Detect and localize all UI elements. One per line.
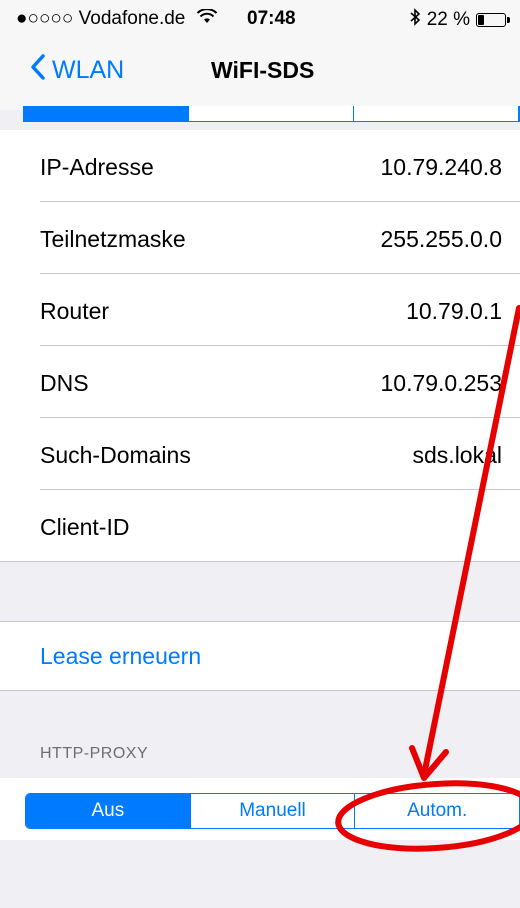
- status-time: 07:48: [247, 8, 296, 29]
- detail-row-router: Router 10.79.0.1: [0, 274, 520, 346]
- detail-row-ip-address: IP-Adresse 10.79.240.8: [0, 130, 520, 202]
- detail-label: IP-Adresse: [40, 154, 154, 180]
- detail-value: sds.lokal: [412, 442, 502, 468]
- network-details-table: IP-Adresse 10.79.240.8 Teilnetzmaske 255…: [0, 130, 520, 562]
- annotation-arrowhead-icon: [409, 745, 449, 781]
- back-button[interactable]: WLAN: [30, 54, 124, 87]
- proxy-option-auto[interactable]: Autom.: [355, 794, 520, 828]
- ip-config-segment-2[interactable]: [189, 106, 354, 121]
- http-proxy-header: HTTP-PROXY: [40, 745, 149, 762]
- http-proxy-segmented-control: Aus Manuell Autom.: [25, 793, 520, 829]
- carrier-label: ●○○○○ Vodafone.de: [16, 8, 186, 29]
- back-label: WLAN: [52, 56, 125, 84]
- status-bar: ●○○○○ Vodafone.de 07:48 22 %: [0, 0, 520, 40]
- navigation-bar: WLAN WiFI-SDS: [0, 40, 520, 110]
- ip-config-segment-1[interactable]: [24, 106, 189, 121]
- chevron-left-icon: [30, 54, 52, 87]
- page-title: WiFI-SDS: [211, 57, 315, 83]
- ip-config-segment-3[interactable]: [354, 106, 519, 121]
- detail-label: DNS: [40, 370, 89, 396]
- proxy-option-manual[interactable]: Manuell: [191, 794, 356, 828]
- bluetooth-icon: [409, 8, 421, 32]
- detail-label: Teilnetzmaske: [40, 226, 186, 252]
- detail-row-dns[interactable]: DNS 10.79.0.253: [0, 346, 520, 418]
- detail-value: 255.255.0.0: [380, 226, 502, 252]
- detail-label: Client-ID: [40, 514, 130, 540]
- renew-lease-button[interactable]: Lease erneuern: [40, 643, 201, 670]
- detail-label: Such-Domains: [40, 442, 191, 468]
- battery-percent: 22 %: [426, 9, 470, 30]
- detail-row-client-id[interactable]: Client-ID: [0, 490, 520, 562]
- battery-fill: [478, 15, 484, 25]
- detail-row-search-domains[interactable]: Such-Domains sds.lokal: [0, 418, 520, 490]
- carrier-signal: ●○○○○ Vodafone.de: [16, 8, 217, 30]
- proxy-option-off[interactable]: Aus: [26, 794, 191, 828]
- detail-row-subnet-mask: Teilnetzmaske 255.255.0.0: [0, 202, 520, 274]
- http-proxy-cell: Aus Manuell Autom.: [0, 778, 520, 840]
- ip-config-segmented-control: [23, 106, 520, 122]
- lease-cell: Lease erneuern: [0, 621, 520, 691]
- detail-label: Router: [40, 298, 110, 324]
- battery-icon: [476, 13, 510, 27]
- status-right: 22 %: [409, 8, 510, 32]
- detail-value: 10.79.240.8: [380, 154, 502, 180]
- detail-value: 10.79.0.1: [406, 298, 502, 324]
- wifi-icon: [196, 8, 217, 29]
- detail-value: 10.79.0.253: [380, 370, 502, 396]
